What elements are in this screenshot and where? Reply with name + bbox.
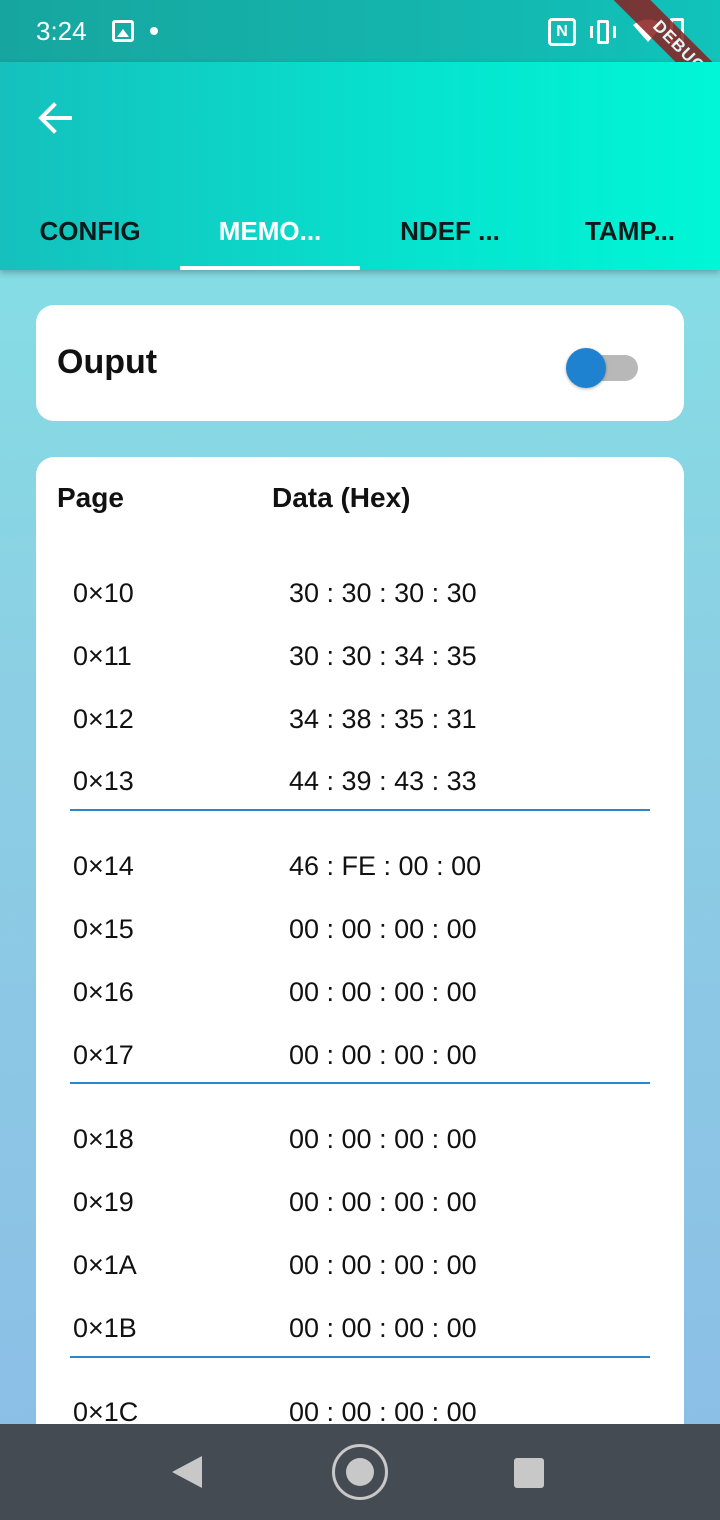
nfc-icon: N <box>548 18 576 46</box>
table-row: 0×16 00 : 00 : 00 : 00 <box>73 977 633 1017</box>
memory-card: Page Data (Hex) 0×10 30 : 30 : 30 : 30 0… <box>36 457 684 1457</box>
page-cell: 0×17 <box>73 1040 134 1070</box>
page-cell: 0×1A <box>73 1250 137 1280</box>
app-bar: CONFIG MEMO... NDEF ... TAMP... <box>0 62 720 270</box>
page-cell: 0×12 <box>73 704 134 734</box>
table-row: 0×1A 00 : 00 : 00 : 00 <box>73 1250 633 1290</box>
page-cell: 0×13 <box>73 766 134 796</box>
table-row: 0×19 00 : 00 : 00 : 00 <box>73 1187 633 1227</box>
tab-bar: CONFIG MEMO... NDEF ... TAMP... <box>0 192 720 270</box>
output-toggle[interactable] <box>566 343 640 388</box>
table-row: 0×1B 00 : 00 : 00 : 00 <box>73 1313 633 1353</box>
data-cell: 00 : 00 : 00 : 00 <box>289 1250 477 1280</box>
data-cell: 00 : 00 : 00 : 00 <box>289 1187 477 1217</box>
table-row: 0×13 44 : 39 : 43 : 33 <box>73 766 633 806</box>
data-cell: 00 : 00 : 00 : 00 <box>289 1124 477 1154</box>
data-cell: 34 : 38 : 35 : 31 <box>289 704 477 734</box>
data-cell: 30 : 30 : 30 : 30 <box>289 578 477 608</box>
data-cell: 46 : FE : 00 : 00 <box>289 851 482 881</box>
table-row: 0×11 30 : 30 : 34 : 35 <box>73 641 633 681</box>
data-cell: 00 : 00 : 00 : 00 <box>289 977 477 1007</box>
data-cell: 44 : 39 : 43 : 33 <box>289 766 477 796</box>
tab-ndef[interactable]: NDEF ... <box>360 192 540 270</box>
nav-back-icon[interactable] <box>172 1456 202 1488</box>
page-column-header: Page <box>57 482 124 513</box>
page-cell: 0×18 <box>73 1124 134 1154</box>
output-label: Ouput <box>57 343 158 381</box>
status-time: 3:24 <box>36 16 87 46</box>
table-row: 0×12 34 : 38 : 35 : 31 <box>73 704 633 744</box>
table-row: 0×10 30 : 30 : 30 : 30 <box>73 578 633 618</box>
tab-memory[interactable]: MEMO... <box>180 192 360 270</box>
nav-recents-icon[interactable] <box>514 1458 544 1488</box>
tab-config[interactable]: CONFIG <box>0 192 180 270</box>
output-card: Ouput <box>36 305 684 421</box>
block-divider <box>70 1356 650 1358</box>
toggle-thumb <box>566 348 606 388</box>
image-icon <box>112 20 134 42</box>
system-nav-bar <box>0 1424 720 1520</box>
data-cell: 00 : 00 : 00 : 00 <box>289 1040 477 1070</box>
status-bar: 3:24 N <box>0 0 720 62</box>
page-cell: 0×10 <box>73 578 134 608</box>
data-cell: 30 : 30 : 34 : 35 <box>289 641 477 671</box>
vibrate-icon <box>590 20 616 44</box>
arrow-left-icon[interactable] <box>30 92 82 144</box>
data-cell: 00 : 00 : 00 : 00 <box>289 914 477 944</box>
page-cell: 0×14 <box>73 851 134 881</box>
page-cell: 0×16 <box>73 977 134 1007</box>
table-row: 0×14 46 : FE : 00 : 00 <box>73 851 633 891</box>
nav-home-icon[interactable] <box>332 1444 388 1500</box>
page-cell: 0×19 <box>73 1187 134 1217</box>
table-row: 0×17 00 : 00 : 00 : 00 <box>73 1040 633 1080</box>
block-divider <box>70 809 650 811</box>
table-row: 0×18 00 : 00 : 00 : 00 <box>73 1124 633 1164</box>
data-cell: 00 : 00 : 00 : 00 <box>289 1313 477 1343</box>
block-divider <box>70 1082 650 1084</box>
table-row: 0×15 00 : 00 : 00 : 00 <box>73 914 633 954</box>
page-cell: 0×15 <box>73 914 134 944</box>
tab-tamper[interactable]: TAMP... <box>540 192 720 270</box>
page-cell: 0×1B <box>73 1313 137 1343</box>
data-column-header: Data (Hex) <box>272 482 411 513</box>
dot-icon <box>150 27 158 35</box>
page-cell: 0×11 <box>73 641 132 671</box>
